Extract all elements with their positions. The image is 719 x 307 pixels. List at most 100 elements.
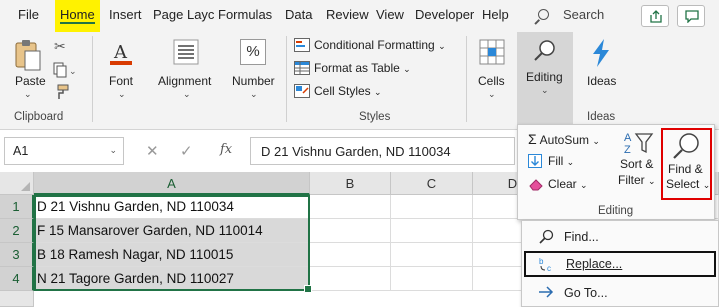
paste-label: Paste <box>15 74 46 88</box>
conditional-formatting-label: Conditional Formatting <box>314 38 435 52</box>
find-select-button[interactable]: Find & Select ⌄ <box>661 128 712 200</box>
arrow-right-icon <box>539 286 554 298</box>
tab-file[interactable]: File <box>18 7 39 22</box>
enter-icon[interactable]: ✓ <box>180 142 193 160</box>
group-separator <box>92 36 93 122</box>
row-header[interactable]: 3 <box>0 243 34 267</box>
search-icon <box>538 9 549 20</box>
formula-input[interactable]: D 21 Vishnu Garden, ND 110034 <box>250 137 515 165</box>
cell[interactable] <box>391 219 473 243</box>
cell-styles-button[interactable]: Cell Styles ⌄ <box>294 84 382 98</box>
column-header-b[interactable]: B <box>310 172 391 195</box>
name-box[interactable]: A1 ⌄ <box>4 137 124 165</box>
styles-group-label: Styles <box>359 111 391 123</box>
format-as-table-button[interactable]: Format as Table ⌄ <box>294 61 411 75</box>
sort-filter-icon: A Z <box>624 132 654 156</box>
cell[interactable] <box>391 195 473 219</box>
fill-button[interactable]: Fill ⌄ <box>528 154 574 168</box>
chevron-down-icon: ⌄ <box>374 87 382 97</box>
alignment-button[interactable]: Alignment ⌄ <box>155 36 219 102</box>
paste-button[interactable]: Paste ⌄ <box>8 36 48 102</box>
cell-a3[interactable]: B 18 Ramesh Nagar, ND 110015 <box>34 243 310 267</box>
ideas-button[interactable]: Ideas <box>580 36 622 102</box>
magnifier-icon <box>673 133 699 159</box>
tab-page-layout[interactable]: Page Layc <box>153 7 214 22</box>
share-button[interactable] <box>641 5 669 27</box>
replace-menu-item[interactable]: bc Replace... <box>524 251 716 277</box>
editing-dropdown: Σ AutoSum ⌄ Fill ⌄ Clear ⌄ A Z Sort & Fil… <box>517 124 715 220</box>
find-menu-item[interactable]: Find... <box>524 224 716 250</box>
number-button[interactable]: % Number ⌄ <box>228 36 280 102</box>
chevron-down-icon: ⌄ <box>403 64 411 74</box>
comments-button[interactable] <box>677 5 705 27</box>
autosum-button[interactable]: Σ AutoSum ⌄ <box>528 131 600 147</box>
tab-developer[interactable]: Developer <box>415 7 474 22</box>
search-box[interactable]: Search <box>538 7 604 22</box>
replace-label: Replace... <box>566 257 623 271</box>
chevron-down-icon: ⌄ <box>592 136 600 146</box>
row-header[interactable]: 4 <box>0 267 34 291</box>
conditional-formatting-icon <box>294 38 310 52</box>
chevron-down-icon: ⌄ <box>109 145 117 155</box>
fill-down-icon <box>528 154 542 168</box>
tab-help[interactable]: Help <box>482 7 509 22</box>
share-icon <box>650 10 662 23</box>
tab-home-label: Home <box>60 7 95 24</box>
percent-icon: % <box>240 39 266 65</box>
name-box-value: A1 <box>13 144 29 158</box>
editing-button[interactable]: Editing ⌄ <box>517 32 573 124</box>
cell[interactable] <box>310 267 391 291</box>
tab-insert[interactable]: Insert <box>109 7 142 22</box>
find-label: Find... <box>564 230 599 244</box>
formula-controls: ✕ ✓ fx <box>130 137 250 165</box>
chevron-down-icon: ⌄ <box>488 89 496 99</box>
search-icon <box>539 229 554 244</box>
tab-home[interactable]: Home <box>55 0 100 32</box>
cell-a4[interactable]: N 21 Tagore Garden, ND 110027 <box>34 267 310 291</box>
row-header[interactable]: 2 <box>0 219 34 243</box>
fill-label: Fill <box>548 154 564 168</box>
row-header[interactable] <box>0 291 34 307</box>
cell[interactable] <box>310 243 391 267</box>
group-separator <box>466 36 467 122</box>
cell-a1[interactable]: D 21 Vishnu Garden, ND 110034 <box>34 195 310 219</box>
clear-button[interactable]: Clear ⌄ <box>528 177 588 191</box>
sort-filter-button[interactable]: A Z Sort & Filter ⌄ <box>618 130 660 200</box>
tab-data[interactable]: Data <box>285 7 312 22</box>
row-header[interactable]: 1 <box>0 195 34 219</box>
svg-text:Z: Z <box>624 144 631 156</box>
cells-label: Cells <box>478 74 505 88</box>
chevron-down-icon: ⌄ <box>250 89 258 99</box>
cell[interactable] <box>310 195 391 219</box>
cell-a2[interactable]: F 15 Mansarover Garden, ND 110014 <box>34 219 310 243</box>
insert-function-button[interactable]: fx <box>220 142 232 157</box>
column-header-c[interactable]: C <box>391 172 473 195</box>
cell[interactable] <box>391 267 473 291</box>
conditional-formatting-button[interactable]: Conditional Formatting ⌄ <box>294 38 446 52</box>
select-all-button[interactable] <box>0 172 34 195</box>
font-icon: A <box>110 42 132 65</box>
autosum-label: AutoSum <box>539 133 590 147</box>
cells-icon <box>479 39 505 65</box>
tab-formulas[interactable]: Formulas <box>218 7 272 22</box>
cell[interactable] <box>391 243 473 267</box>
cell[interactable] <box>310 219 391 243</box>
chevron-down-icon: ⌄ <box>566 157 575 167</box>
goto-menu-item[interactable]: Go To... <box>524 280 716 306</box>
font-button[interactable]: A Font ⌄ <box>102 36 142 102</box>
menu-bar: File Home Insert Page Layc Formulas Data… <box>0 0 719 32</box>
ideas-group-label: Ideas <box>587 111 616 123</box>
cut-icon[interactable]: ✂ <box>54 38 66 55</box>
svg-text:c: c <box>547 264 551 272</box>
tab-view[interactable]: View <box>376 7 404 22</box>
comment-icon <box>685 10 699 23</box>
cancel-icon[interactable]: ✕ <box>146 142 159 160</box>
format-painter-icon[interactable] <box>54 84 70 103</box>
copy-icon[interactable]: ⌄ <box>53 62 77 81</box>
cells-button[interactable]: Cells ⌄ <box>472 36 512 102</box>
paste-icon <box>15 40 41 71</box>
sort-filter-label-2: Filter ⌄ <box>618 173 656 187</box>
find-select-label-2: Select ⌄ <box>666 177 711 191</box>
tab-review[interactable]: Review <box>326 7 369 22</box>
column-header-a[interactable]: A <box>34 172 310 195</box>
